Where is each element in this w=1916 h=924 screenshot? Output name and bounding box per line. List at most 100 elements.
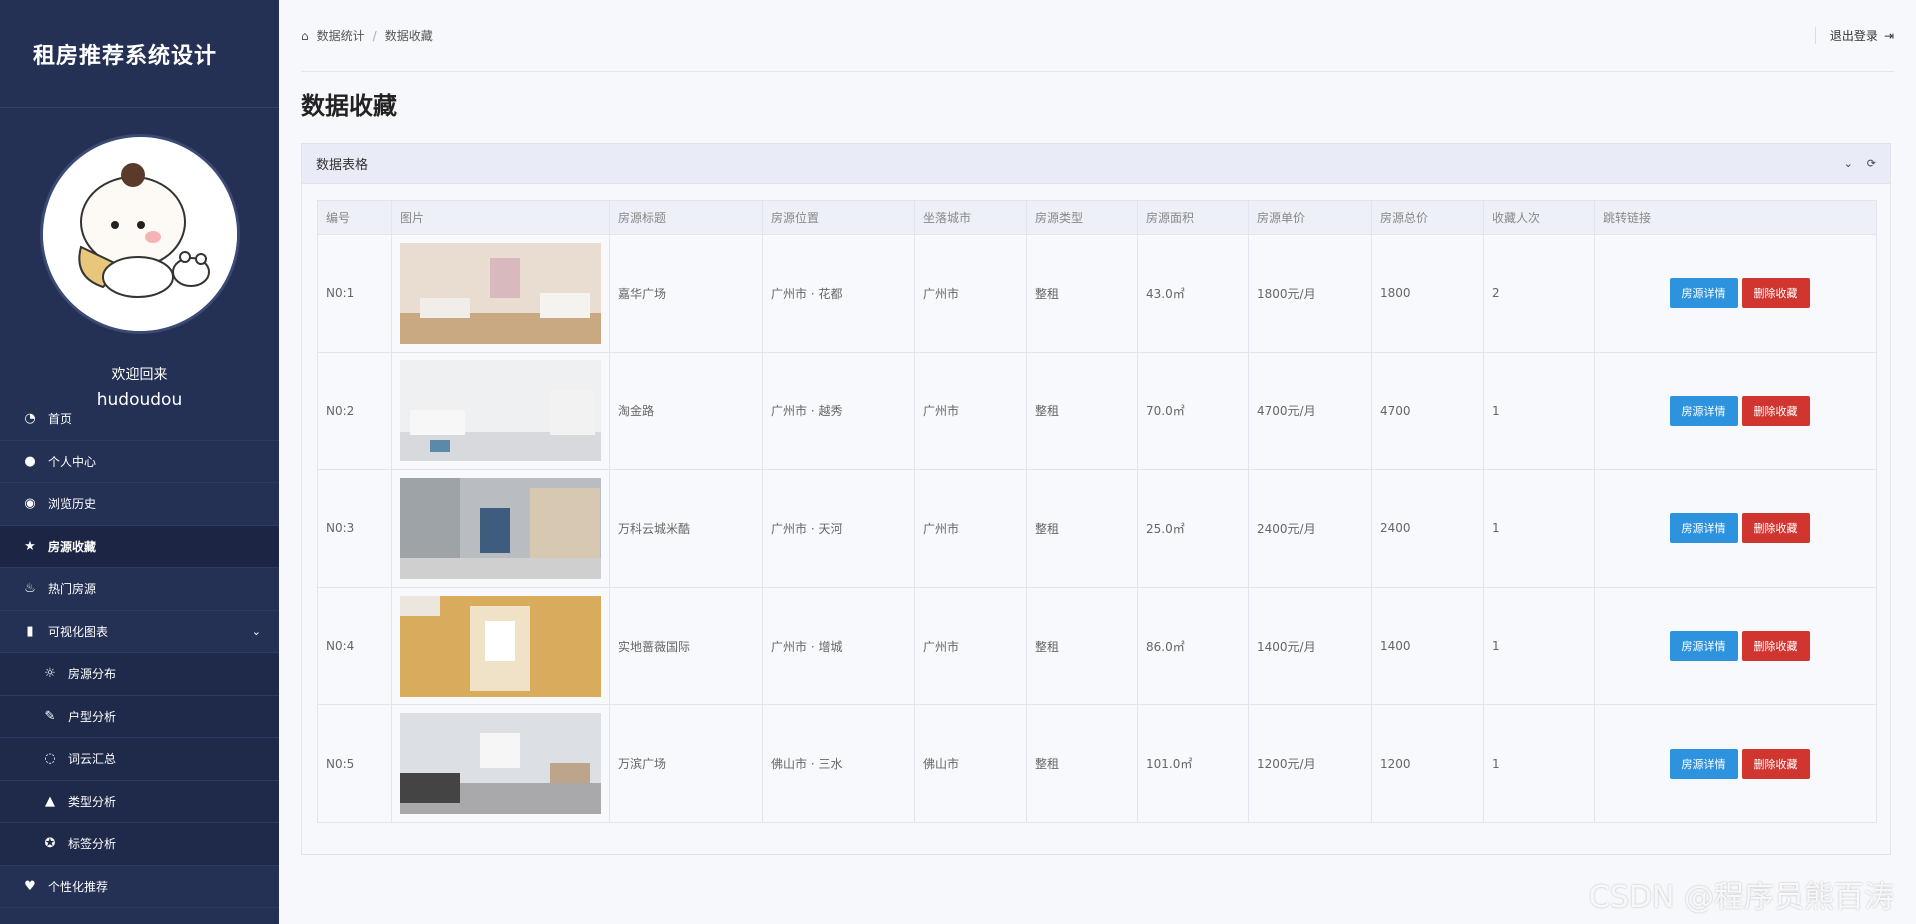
topbar: ⌂ 数据统计 / 数据收藏 退出登录 ⇥ [301, 0, 1894, 72]
detail-button[interactable]: 房源详情 [1669, 513, 1738, 544]
cell-id: N0:4 [317, 586, 392, 706]
breadcrumb-current: 数据收藏 [384, 29, 433, 43]
cell-id: N0:2 [317, 351, 392, 471]
room-photo[interactable] [400, 477, 601, 579]
panel-header: 数据表格 ⌄ ⟳ [302, 144, 1890, 184]
cell-location: 广州市 · 增城 [762, 586, 915, 706]
cell-image [391, 351, 610, 471]
sidebar-item-label: 词云汇总 [68, 752, 117, 767]
profile-card: 欢迎回来 hudoudou [0, 108, 279, 410]
cell-image [391, 234, 610, 353]
delete-favorite-button[interactable]: 删除收藏 [1741, 631, 1810, 662]
room-photo[interactable] [400, 360, 601, 462]
logout-button[interactable]: 退出登录 ⇥ [1814, 27, 1894, 44]
avatar [39, 134, 240, 334]
cell-city: 广州市 [914, 469, 1027, 588]
breadcrumb-home[interactable]: 数据统计 [317, 27, 365, 44]
user-icon: ● [24, 453, 36, 469]
cell-type: 整租 [1026, 704, 1138, 823]
sidebar-item-label: 标签分析 [68, 837, 117, 852]
room-photo[interactable] [400, 595, 601, 697]
table-header-row: 编号 图片 房源标题 房源位置 坐落城市 房源类型 房源面积 房源单价 房源总价… [317, 200, 1877, 235]
table-row: N0:4 实地蔷薇国际 广州市 · 增城 广州市 整租 86.0㎡ 1400元/… [317, 586, 1877, 706]
column-header: 房源总价 [1371, 200, 1484, 235]
avatar-illustration [42, 137, 237, 331]
column-header: 房源单价 [1248, 200, 1372, 235]
column-header: 收藏人次 [1483, 200, 1595, 235]
cell-total-price: 1400 [1371, 586, 1484, 706]
sidebar: 租房推荐系统设计 欢迎回来 hudoudou ◔ 首页 ● 个人中心 ◉ 浏览历史 ★… [0, 0, 279, 924]
sidebar-item-label: 房源收藏 [48, 539, 97, 554]
cell-location: 广州市 · 天河 [762, 469, 915, 588]
cell-title: 实地蔷薇国际 [609, 586, 763, 706]
sidebar-item-profile[interactable]: ● 个人中心 [0, 441, 279, 483]
sign-out-icon: ⇥ [1883, 28, 1894, 43]
detail-button[interactable]: 房源详情 [1669, 748, 1738, 779]
sidebar-item-charts[interactable]: ▮ 可视化图表 ⌄ [0, 611, 279, 653]
sidebar-item-label: 户型分析 [68, 709, 117, 724]
cell-title: 淘金路 [609, 351, 763, 471]
cell-city: 广州市 [914, 351, 1027, 471]
column-header: 房源类型 [1026, 200, 1138, 235]
heart-icon: ♥ [24, 878, 36, 894]
collapse-chevron-icon[interactable]: ⌄ [1844, 157, 1853, 170]
sidebar-item-label: 可视化图表 [48, 624, 109, 639]
sidebar-item-recommend[interactable]: ♥ 个性化推荐 [0, 866, 279, 908]
sidebar-item-layout-analysis[interactable]: ✎ 户型分析 [0, 695, 279, 738]
sidebar-item-favorites[interactable]: ★ 房源收藏 [0, 525, 279, 568]
page-title: 数据收藏 [301, 92, 397, 120]
cell-image [391, 704, 610, 823]
logout-label: 退出登录 [1829, 29, 1878, 43]
sidebar-item-label: 个性化推荐 [48, 879, 109, 894]
cell-type: 整租 [1026, 586, 1138, 706]
cell-actions: 房源详情 删除收藏 [1594, 234, 1877, 353]
sidebar-item-home[interactable]: ◔ 首页 [0, 398, 279, 441]
sidebar-item-wordcloud[interactable]: ◌ 词云汇总 [0, 738, 279, 781]
refresh-icon[interactable]: ⟳ [1867, 157, 1876, 170]
delete-favorite-button[interactable]: 删除收藏 [1741, 748, 1810, 779]
cell-total-price: 4700 [1371, 351, 1484, 471]
cell-type: 整租 [1026, 234, 1138, 353]
sidebar-item-distribution[interactable]: ☼ 房源分布 [0, 653, 279, 696]
cell-area: 86.0㎡ [1137, 586, 1249, 706]
feather-icon: ✎ [44, 708, 56, 724]
cell-unit-price: 1200元/月 [1248, 704, 1372, 823]
cell-actions: 房源详情 删除收藏 [1594, 586, 1877, 706]
breadcrumb: ⌂ 数据统计 / 数据收藏 [301, 27, 433, 44]
cell-city: 广州市 [914, 586, 1027, 706]
cell-type: 整租 [1026, 469, 1138, 588]
cell-id: N0:5 [317, 704, 392, 823]
detail-button[interactable]: 房源详情 [1669, 395, 1738, 426]
detail-button[interactable]: 房源详情 [1669, 278, 1738, 309]
column-header: 编号 [317, 200, 392, 235]
cell-favorites: 1 [1483, 704, 1595, 823]
delete-favorite-button[interactable]: 删除收藏 [1741, 278, 1810, 309]
panel-tools: ⌄ ⟳ [1844, 157, 1876, 170]
detail-button[interactable]: 房源详情 [1669, 631, 1738, 662]
panel-title: 数据表格 [316, 158, 369, 173]
cell-actions: 房源详情 删除收藏 [1594, 704, 1877, 823]
table-row: N0:3 万科云城米酷 广州市 · 天河 广州市 整租 25.0㎡ 2400元/… [317, 469, 1877, 588]
palette-icon: ✪ [44, 836, 56, 852]
welcome-text: 欢迎回来 [111, 367, 168, 383]
cell-unit-price: 2400元/月 [1248, 469, 1372, 588]
cell-favorites: 1 [1483, 351, 1595, 471]
room-photo[interactable] [400, 242, 601, 344]
cell-actions: 房源详情 删除收藏 [1594, 469, 1877, 588]
main-content: ⌂ 数据统计 / 数据收藏 退出登录 ⇥ 数据收藏 数据表格 ⌄ ⟳ 编号 图片… [279, 0, 1916, 924]
delete-favorite-button[interactable]: 删除收藏 [1741, 513, 1810, 544]
sidebar-item-hot[interactable]: ♨ 热门房源 [0, 568, 279, 611]
room-photo[interactable] [400, 713, 601, 815]
cell-location: 广州市 · 越秀 [762, 351, 915, 471]
sidebar-item-tag-analysis[interactable]: ✪ 标签分析 [0, 823, 279, 866]
sidebar-item-label: 类型分析 [68, 794, 117, 809]
sidebar-item-type-analysis[interactable]: ▲ 类型分析 [0, 780, 279, 823]
cell-city: 广州市 [914, 234, 1027, 353]
sun-icon: ☼ [44, 666, 56, 682]
delete-favorite-button[interactable]: 删除收藏 [1741, 395, 1810, 426]
fire-icon: ♨ [24, 581, 36, 597]
cell-id: N0:1 [317, 234, 392, 353]
sidebar-item-history[interactable]: ◉ 浏览历史 [0, 483, 279, 526]
star-icon: ★ [24, 538, 36, 554]
table-row: N0:1 嘉华广场 广州市 · 花都 广州市 整租 43.0㎡ 1800元/月 [317, 234, 1877, 353]
